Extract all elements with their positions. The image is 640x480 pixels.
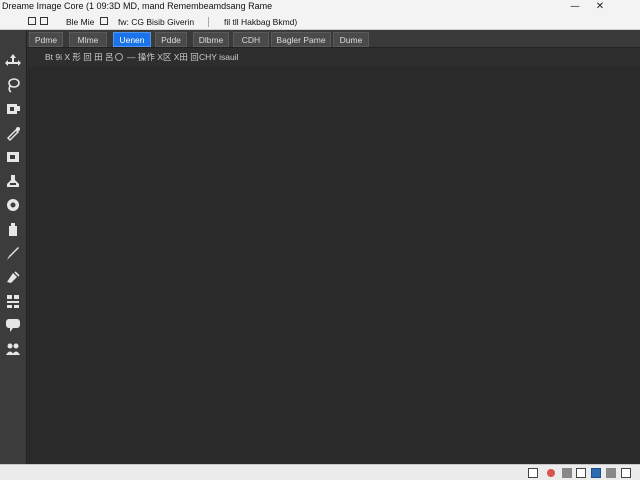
eyedropper-tool[interactable] [4,124,22,142]
tools-panel [0,30,27,464]
save-icon[interactable] [40,17,48,25]
pen-tool[interactable] [4,268,22,286]
crop-tool[interactable] [4,100,22,118]
tab-3[interactable]: Pdde [155,32,187,47]
storage-icon[interactable] [576,468,586,478]
user-icon[interactable] [621,468,631,478]
tab-1[interactable]: Mlme [69,32,107,47]
brush-icon [7,247,19,260]
frame-icon [7,152,19,162]
tab-bar: Pdme Mlme Uenen Pdde Dlbme CDH Bagler Pa… [27,30,640,48]
menu-item-2[interactable]: fil tll Hakbag Bkmd) [224,16,297,28]
stamp-icon [7,175,19,187]
menu-bar: Ble Mie fw: CG Bisib Giverin fil tll Hak… [0,14,640,30]
title-bar: Dreame Image Core (1 09:3D MD, mand Reme… [0,0,640,14]
lasso-icon [8,78,20,93]
tab-0[interactable]: Pdme [29,32,63,47]
crop-icon [7,104,20,114]
display-icon[interactable] [591,468,601,478]
minimize-button[interactable]: — [568,0,582,14]
frame-tool[interactable] [4,148,22,166]
move-tool[interactable] [4,52,22,70]
menu-separator [208,17,209,27]
brush-tool[interactable] [4,244,22,262]
record-icon[interactable] [547,469,555,477]
menu-item-0[interactable]: Ble Mie [66,16,94,28]
lasso-tool[interactable] [4,76,22,94]
menu-item-1[interactable]: fw: CG Bisib Giverin [118,16,194,28]
new-file-icon[interactable] [28,17,36,25]
eyedropper-icon [6,127,20,142]
blur-tool[interactable] [4,196,22,214]
canvas-area[interactable] [28,66,640,464]
window-title: Dreame Image Core (1 09:3D MD, mand Reme… [2,1,273,11]
people-icon [6,343,20,355]
pen-icon [7,271,20,283]
options-left-group[interactable]: Bt 9i X 形 回 田 呂 [45,51,114,63]
tab-2[interactable]: Uenen [113,32,151,47]
terminal-icon[interactable] [528,468,538,478]
blur-icon [7,199,19,211]
options-right-group[interactable]: — 操作 X区 X田 回 [127,51,199,63]
close-button[interactable]: ✕ [593,0,607,14]
stamp-tool[interactable] [4,172,22,190]
bucket-icon [9,223,17,236]
options-field[interactable]: CHY isauil [199,51,239,63]
options-bar: Bt 9i X 形 回 田 呂 — 操作 X区 X田 回 CHY isauil [27,48,640,66]
people-tool[interactable] [4,340,22,358]
tab-5[interactable]: CDH [233,32,269,47]
speech-icon [6,319,20,332]
option-radio[interactable] [115,53,123,61]
tab-7[interactable]: Dume [333,32,369,47]
open-icon[interactable] [100,17,108,25]
transform-tool[interactable] [4,292,22,310]
network-icon[interactable] [562,468,572,478]
transform-icon [7,295,19,308]
tab-6[interactable]: Bagler Pame [271,32,331,47]
cloud-icon[interactable] [606,468,616,478]
bucket-tool[interactable] [4,220,22,238]
tab-4[interactable]: Dlbme [193,32,229,47]
status-bar [0,464,640,480]
speech-tool[interactable] [4,316,22,334]
move-icon [5,54,21,66]
